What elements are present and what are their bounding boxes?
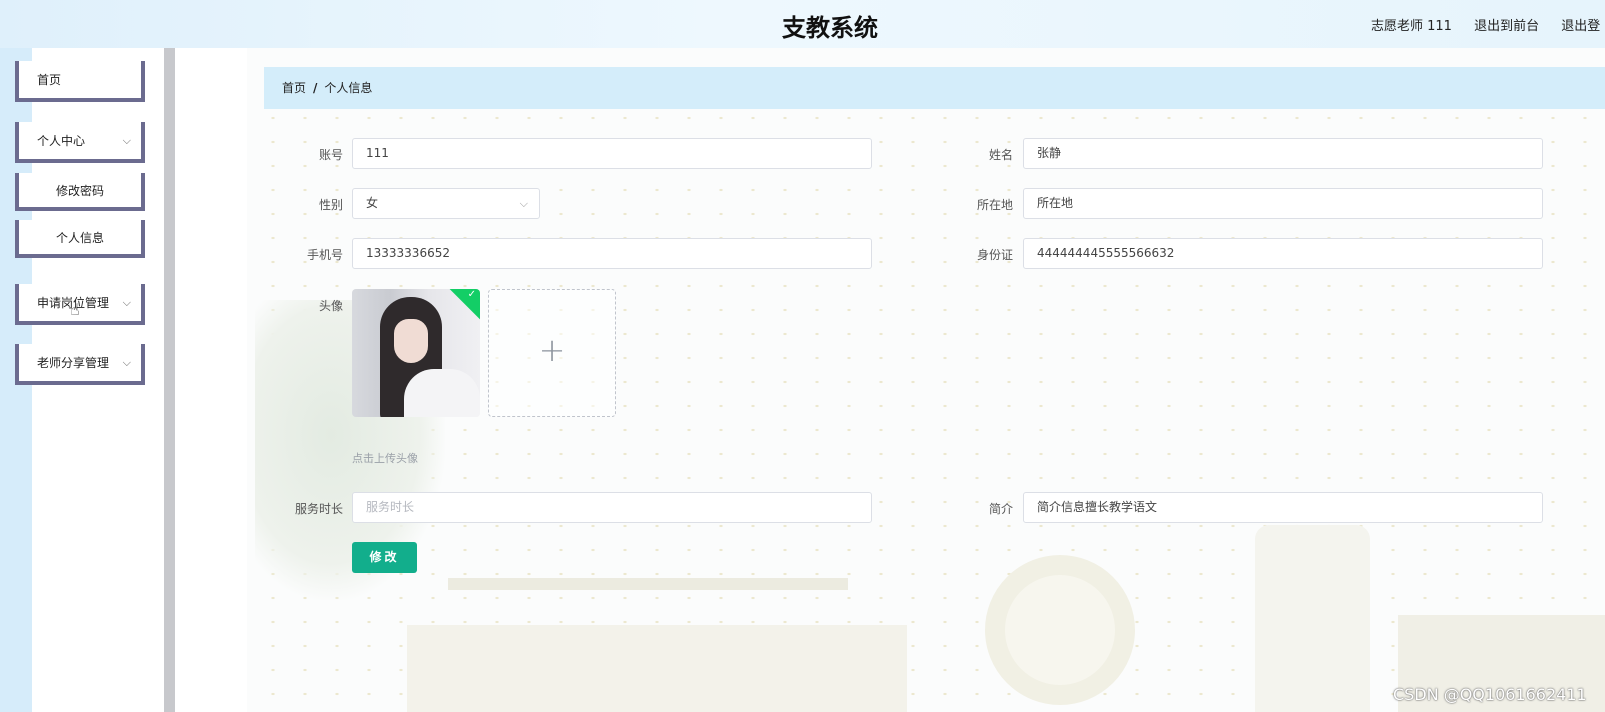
gender-select[interactable]: 女 ⌵ bbox=[352, 188, 540, 219]
avatar-label: 头像 bbox=[318, 299, 343, 313]
chevron-down-icon: ⌵ bbox=[122, 356, 131, 369]
gender-selected-value: 女 bbox=[366, 196, 379, 210]
account-field[interactable]: 111 bbox=[352, 138, 872, 169]
account-label: 账号 bbox=[318, 148, 343, 162]
update-button[interactable]: 修改 bbox=[352, 542, 417, 573]
phone-label: 手机号 bbox=[306, 248, 343, 262]
plus-icon: + bbox=[538, 331, 566, 369]
location-field[interactable]: 所在地 bbox=[1023, 188, 1543, 219]
service-hours-label: 服务时长 bbox=[294, 502, 343, 516]
breadcrumb-home[interactable]: 首页 bbox=[282, 81, 306, 95]
sidebar-item-job-application-management[interactable]: 申请岗位管理 ⌵ bbox=[15, 284, 145, 325]
avatar-body bbox=[404, 369, 480, 417]
sidebar-item-label: 修改密码 bbox=[55, 184, 104, 198]
sidebar-item-label: 首页 bbox=[37, 73, 62, 87]
user-label[interactable]: 志愿老师 111 bbox=[1371, 19, 1452, 34]
avatar-upload-button[interactable]: + bbox=[488, 289, 616, 417]
sidebar-divider bbox=[164, 48, 175, 712]
logout-link[interactable]: 退出登 bbox=[1561, 19, 1600, 34]
intro-field[interactable]: 简介信息擅长教学语文 bbox=[1023, 492, 1543, 523]
chevron-down-icon: ⌵ bbox=[122, 296, 131, 309]
breadcrumb-separator: / bbox=[313, 81, 318, 95]
watermark: CSDN @QQ1061662411 bbox=[1393, 685, 1587, 704]
upload-tip: 点击上传头像 bbox=[352, 452, 418, 465]
chevron-down-icon: ⌵ bbox=[519, 197, 528, 210]
sidebar-item-label: 个人中心 bbox=[37, 134, 86, 148]
sidebar-item-home[interactable]: 首页 bbox=[15, 61, 145, 102]
id-card-field[interactable]: 444444445555566632 bbox=[1023, 238, 1543, 269]
phone-field[interactable]: 13333336652 bbox=[352, 238, 872, 269]
sidebar-item-personal-info[interactable]: 个人信息 bbox=[15, 220, 145, 258]
decorative-ring bbox=[985, 555, 1135, 705]
avatar-image[interactable]: ✓ bbox=[352, 289, 480, 417]
name-field[interactable]: 张静 bbox=[1023, 138, 1543, 169]
breadcrumb-current: 个人信息 bbox=[324, 81, 373, 95]
id-card-label: 身份证 bbox=[976, 248, 1013, 262]
top-header: 支教系统 志愿老师 111 退出到前台 退出登 bbox=[0, 0, 1605, 48]
decorative-box bbox=[407, 625, 907, 712]
check-icon: ✓ bbox=[467, 289, 476, 300]
name-label: 姓名 bbox=[988, 148, 1013, 162]
chevron-down-icon: ⌵ bbox=[122, 134, 131, 147]
avatar-face bbox=[394, 319, 428, 363]
header-links: 志愿老师 111 退出到前台 退出登 bbox=[1371, 15, 1605, 34]
decorative-shelf bbox=[448, 578, 848, 590]
sidebar-item-change-password[interactable]: 修改密码 bbox=[15, 173, 145, 211]
sidebar-item-label: 老师分享管理 bbox=[37, 356, 110, 370]
mouse-cursor-icon: ☝ bbox=[70, 300, 80, 319]
gender-label: 性别 bbox=[318, 198, 343, 212]
service-hours-field[interactable]: 服务时长 bbox=[352, 492, 872, 523]
breadcrumb: 首页 / 个人信息 bbox=[264, 67, 1605, 109]
intro-label: 简介 bbox=[988, 502, 1013, 516]
location-label: 所在地 bbox=[976, 198, 1013, 212]
decorative-cylinder bbox=[1255, 525, 1370, 712]
sidebar-item-teacher-share-management[interactable]: 老师分享管理 ⌵ bbox=[15, 344, 145, 385]
back-to-front-link[interactable]: 退出到前台 bbox=[1474, 19, 1539, 34]
sidebar-item-label: 个人信息 bbox=[55, 231, 104, 245]
sidebar-item-personal-center[interactable]: 个人中心 ⌵ bbox=[15, 122, 145, 163]
app-title: 支教系统 bbox=[782, 14, 878, 42]
